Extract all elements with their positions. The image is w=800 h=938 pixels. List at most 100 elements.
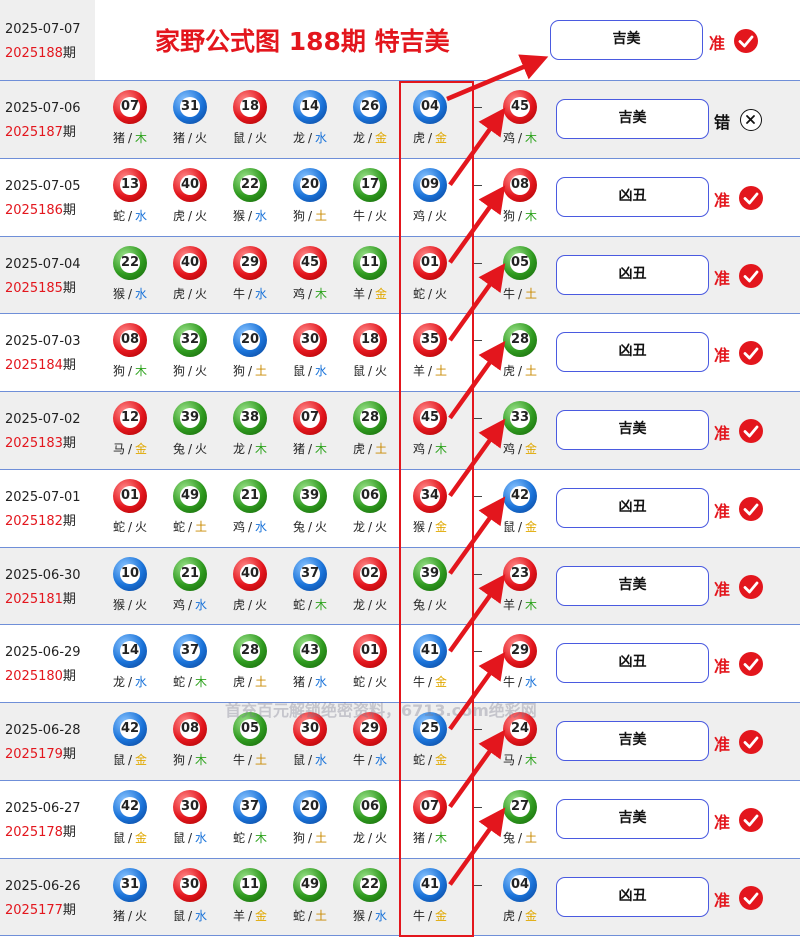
- zodiac-animal: 蛇: [412, 286, 425, 301]
- zodiac-separator: /: [427, 830, 433, 845]
- zodiac-separator: /: [427, 753, 433, 767]
- result-button[interactable]: 凶丑: [556, 487, 709, 528]
- next-special-ball: 45: [503, 90, 537, 124]
- ball-connector: [474, 573, 482, 575]
- ball-number: 22: [360, 874, 380, 895]
- number-ball: 08: [113, 323, 147, 358]
- next-special-ball: 08: [503, 167, 537, 202]
- row-issue-suffix: 期: [62, 436, 76, 451]
- zodiac-element: 金: [525, 442, 538, 456]
- number-ball: 31: [113, 867, 147, 902]
- zodiac-separator: /: [367, 908, 373, 923]
- zodiac-animal: 羊: [502, 597, 515, 612]
- number-ball: 49: [293, 867, 327, 902]
- zodiac-animal: 猪: [292, 442, 305, 456]
- special-ball: 07: [413, 789, 447, 824]
- ball-number: 27: [510, 796, 530, 817]
- result-button[interactable]: 吉美: [556, 721, 709, 761]
- zodiac-element: 金: [435, 675, 448, 690]
- result-button[interactable]: 吉美: [556, 565, 709, 606]
- ball-number: 14: [120, 641, 140, 662]
- number-ball: 49: [173, 478, 207, 513]
- zodiac-separator: /: [187, 364, 193, 379]
- result-button[interactable]: 凶丑: [556, 332, 709, 373]
- ball-number: 30: [300, 330, 320, 351]
- zodiac-element: 金: [435, 131, 448, 145]
- zodiac-animal: 牛: [352, 753, 365, 767]
- row-issue-number: 2025179: [5, 747, 63, 762]
- ball-number: 40: [180, 252, 200, 273]
- result-button[interactable]: 凶丑: [556, 254, 709, 295]
- zodiac-label: 鸡 / 木: [405, 440, 455, 457]
- table-header: 2025-07-07 2025188期 家野公式图 188期 特吉美 吉美 准: [0, 0, 800, 81]
- ball-number: 06: [360, 485, 380, 506]
- zodiac-animal: 虎: [412, 131, 425, 145]
- number-ball: 18: [353, 323, 387, 358]
- zodiac-label: 狗 / 土: [285, 207, 335, 224]
- zodiac-element: 土: [375, 442, 388, 456]
- ball-connector: [474, 495, 482, 497]
- ball-number: 39: [300, 485, 320, 506]
- result-button[interactable]: 凶丑: [556, 643, 709, 684]
- zodiac-animal: 猪: [412, 830, 425, 845]
- zodiac-separator: /: [517, 131, 523, 145]
- number-ball: 39: [293, 478, 327, 513]
- zodiac-element: 火: [375, 675, 388, 690]
- number-ball: 40: [233, 556, 267, 591]
- zodiac-separator: /: [367, 753, 373, 767]
- ball-connector: [474, 806, 482, 808]
- zodiac-label: 猪 / 木: [285, 440, 335, 457]
- special-ball: 41: [413, 867, 447, 902]
- special-ball: 41: [413, 634, 447, 669]
- zodiac-label: 猪 / 木: [105, 129, 155, 146]
- number-ball: 08: [173, 712, 207, 746]
- number-ball: 42: [113, 712, 147, 746]
- zodiac-label: 鼠 / 火: [345, 362, 395, 379]
- zodiac-label: 虎 / 金: [495, 907, 545, 924]
- zodiac-element: 木: [255, 442, 268, 456]
- ball-number: 45: [420, 408, 440, 428]
- zodiac-animal: 鸡: [412, 442, 425, 456]
- zodiac-animal: 虎: [502, 364, 515, 379]
- number-ball: 32: [173, 323, 207, 358]
- zodiac-element: 土: [525, 286, 538, 301]
- ball-connector: [474, 340, 482, 342]
- next-special-ball: 42: [503, 478, 537, 513]
- zodiac-animal: 兔: [502, 830, 515, 845]
- result-button[interactable]: 吉美: [556, 410, 709, 450]
- ball-number: 18: [240, 97, 260, 117]
- zodiac-animal: 鼠: [502, 519, 515, 534]
- row-issue-suffix: 期: [62, 125, 76, 140]
- verdict-label: 准: [714, 812, 731, 832]
- zodiac-separator: /: [517, 286, 523, 301]
- zodiac-element: 水: [135, 286, 148, 301]
- result-button[interactable]: 凶丑: [556, 176, 709, 217]
- zodiac-separator: /: [517, 364, 523, 379]
- header-result-button[interactable]: 吉美: [550, 20, 703, 60]
- result-button[interactable]: 凶丑: [556, 876, 709, 917]
- row-issue: 2025178期: [5, 821, 76, 840]
- next-special-ball: 27: [503, 789, 537, 824]
- row-issue-number: 2025183: [5, 436, 63, 451]
- table-row: 2025-06-27 2025178期 42 鼠 / 金 30 鼠 / 水 37 蛇 / 木 20 狗 / 土 06…: [0, 781, 800, 859]
- zodiac-animal: 狗: [232, 364, 245, 379]
- zodiac-separator: /: [187, 830, 193, 845]
- zodiac-label: 鼠 / 水: [285, 751, 335, 768]
- zodiac-separator: /: [367, 442, 373, 456]
- zodiac-element: 水: [195, 830, 208, 845]
- next-special-ball: 28: [503, 323, 537, 358]
- ball-connector: [474, 418, 482, 419]
- number-ball: 28: [353, 401, 387, 435]
- zodiac-element: 金: [375, 131, 388, 145]
- result-button[interactable]: 吉美: [556, 798, 709, 839]
- result-button[interactable]: 吉美: [556, 99, 709, 139]
- check-icon: [739, 419, 763, 443]
- zodiac-element: 火: [375, 208, 388, 223]
- ball-number: 41: [420, 641, 440, 662]
- special-ball: 34: [413, 478, 447, 513]
- row-issue: 2025177期: [5, 899, 76, 918]
- zodiac-animal: 龙: [352, 519, 365, 534]
- x-circle-icon: [740, 109, 762, 131]
- ball-number: 34: [420, 485, 440, 506]
- zodiac-animal: 龙: [292, 131, 305, 145]
